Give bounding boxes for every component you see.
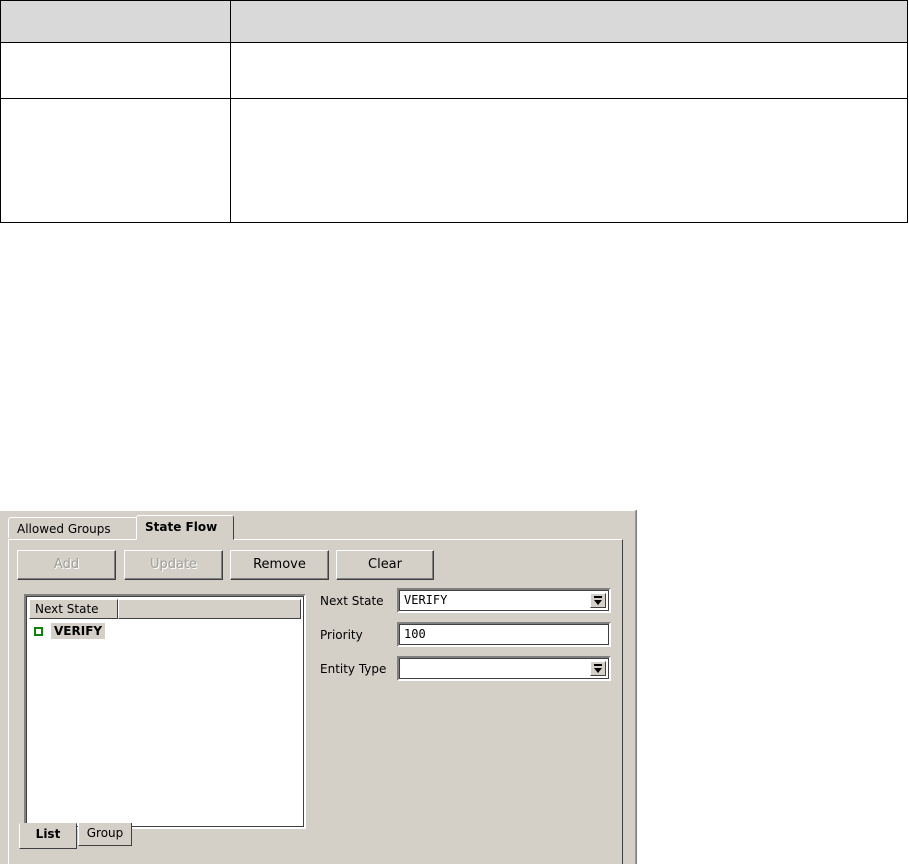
document-table [0,0,908,223]
priority-input[interactable]: 100 [397,622,611,647]
list-header: Next State [29,599,301,619]
list-item-label: VERIFY [51,623,106,639]
state-flow-panel: Allowed Groups State Flow Add Update Rem… [0,510,637,864]
dropdown-arrow-icon[interactable] [590,593,606,608]
table-cell [230,98,908,223]
state-node-icon [34,626,43,636]
table-row [0,42,908,99]
entity-type-select[interactable] [397,656,611,681]
table-cell [230,0,908,43]
table-cell [230,42,908,99]
entity-type-label: Entity Type [320,662,387,676]
list-item[interactable]: VERIFY [34,622,106,640]
remove-button[interactable]: Remove [230,550,329,580]
tab-list[interactable]: List [19,823,77,849]
table-cell [0,42,231,99]
update-button[interactable]: Update [124,550,223,580]
priority-value: 100 [404,627,426,641]
column-header-empty[interactable] [118,599,301,619]
table-row [0,98,908,223]
table-cell [0,98,231,223]
tab-state-flow[interactable]: State Flow [136,515,234,540]
tab-allowed-groups[interactable]: Allowed Groups [8,517,138,538]
tab-group[interactable]: Group [78,823,132,846]
clear-button[interactable]: Clear [336,550,434,580]
next-state-value: VERIFY [404,593,448,607]
next-state-list[interactable]: Next State VERIFY [24,594,306,829]
priority-label: Priority [320,628,363,642]
column-header-next-state[interactable]: Next State [29,599,118,619]
add-button[interactable]: Add [17,550,116,580]
dropdown-arrow-icon[interactable] [590,661,606,676]
table-header-row [0,0,908,43]
next-state-select[interactable]: VERIFY [397,588,611,613]
table-cell [0,0,231,43]
next-state-label: Next State [320,594,384,608]
